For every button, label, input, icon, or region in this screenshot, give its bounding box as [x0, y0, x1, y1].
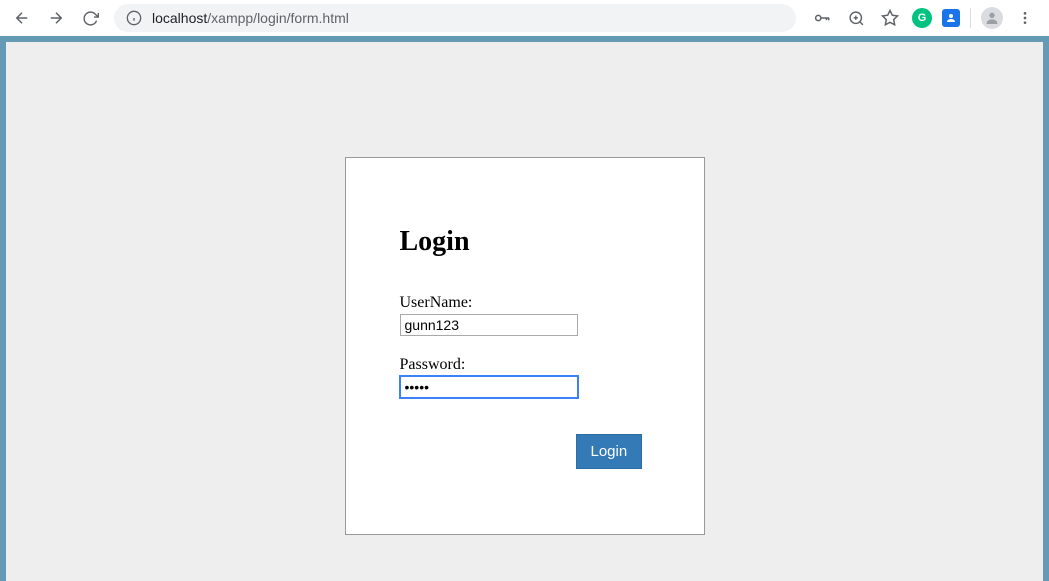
menu-button[interactable] [1013, 6, 1037, 30]
star-icon[interactable] [878, 6, 902, 30]
back-button[interactable] [8, 4, 36, 32]
person-icon [984, 10, 1000, 26]
password-input[interactable] [400, 376, 578, 398]
arrow-left-icon [13, 9, 31, 27]
url-host: localhost [152, 10, 207, 26]
page-scroll-area[interactable]: Login UserName: Password: Login [6, 42, 1043, 581]
extension-blue-icon[interactable] [942, 9, 960, 27]
toolbar-divider [970, 8, 971, 28]
username-input[interactable] [400, 314, 578, 336]
password-label: Password: [400, 356, 650, 374]
url-path: /xampp/login/form.html [207, 10, 349, 26]
page-content: Login UserName: Password: Login [6, 42, 1043, 581]
arrow-right-icon [47, 9, 65, 27]
login-card: Login UserName: Password: Login [345, 157, 705, 535]
dots-vertical-icon [1017, 10, 1033, 26]
info-icon[interactable] [126, 10, 142, 26]
url-text: localhost/xampp/login/form.html [152, 10, 349, 26]
username-field-group: UserName: [400, 294, 650, 336]
toolbar-right: G [806, 6, 1041, 30]
extension-grammarly-icon[interactable]: G [912, 8, 932, 28]
login-title: Login [400, 226, 650, 258]
browser-toolbar: localhost/xampp/login/form.html G [0, 0, 1049, 36]
password-field-group: Password: [400, 356, 650, 398]
reload-button[interactable] [76, 4, 104, 32]
password-key-icon[interactable] [810, 6, 834, 30]
profile-avatar[interactable] [981, 7, 1003, 29]
forward-button[interactable] [42, 4, 70, 32]
username-label: UserName: [400, 294, 650, 312]
zoom-icon[interactable] [844, 6, 868, 30]
login-button[interactable]: Login [576, 434, 643, 469]
reload-icon [82, 10, 99, 27]
viewport-frame: Login UserName: Password: Login [0, 36, 1049, 581]
address-bar[interactable]: localhost/xampp/login/form.html [114, 4, 796, 32]
